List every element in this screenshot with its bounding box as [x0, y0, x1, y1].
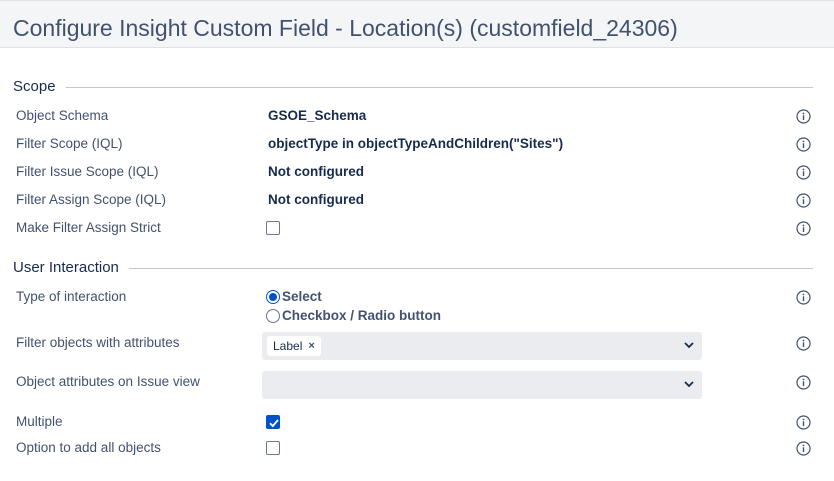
type-of-interaction-label: Type of interaction: [16, 289, 127, 304]
section-user-interaction: User Interaction: [13, 259, 813, 279]
filter-scope-value: objectType in objectTypeAndChildren("Sit…: [268, 136, 564, 151]
filter-assign-scope-label: Filter Assign Scope (IQL): [16, 192, 167, 207]
info-icon[interactable]: [796, 165, 811, 180]
object-attributes-issue-view-select[interactable]: [262, 371, 702, 399]
make-filter-assign-strict-checkbox[interactable]: [266, 221, 280, 235]
filter-objects-with-attributes-label: Filter objects with attributes: [16, 335, 180, 350]
remove-tag-button[interactable]: ×: [308, 340, 314, 352]
filter-issue-scope-label: Filter Issue Scope (IQL): [16, 164, 159, 179]
option-add-all-objects-checkbox[interactable]: [266, 441, 280, 455]
chevron-down-icon[interactable]: [684, 341, 694, 349]
info-icon[interactable]: [796, 290, 811, 305]
chevron-down-icon[interactable]: [684, 380, 694, 388]
section-divider: [13, 87, 813, 88]
info-icon[interactable]: [796, 193, 811, 208]
filter-objects-attributes-select[interactable]: Label ×: [262, 332, 702, 360]
make-filter-assign-strict-label: Make Filter Assign Strict: [16, 220, 161, 235]
info-icon[interactable]: [796, 441, 811, 456]
object-schema-value: GSOE_Schema: [268, 108, 367, 123]
info-icon[interactable]: [796, 336, 811, 351]
multiple-label: Multiple: [16, 414, 63, 429]
page-title: Configure Insight Custom Field - Locatio…: [13, 15, 678, 41]
filter-scope-label: Filter Scope (IQL): [16, 136, 123, 151]
object-schema-label: Object Schema: [16, 108, 109, 123]
multiple-checkbox[interactable]: [266, 415, 280, 429]
option-add-all-objects-label: Option to add all objects: [16, 440, 161, 455]
filter-issue-scope-value: Not configured: [268, 164, 364, 179]
checkmark-icon: [269, 419, 279, 428]
section-title-user-interaction: User Interaction: [13, 259, 129, 276]
info-icon[interactable]: [796, 415, 811, 430]
radio-select-label: Select: [282, 289, 322, 304]
attribute-tag: Label ×: [267, 336, 321, 356]
info-icon[interactable]: [796, 221, 811, 236]
radio-option-select[interactable]: Select: [266, 289, 322, 304]
object-attributes-issue-view-label: Object attributes on Issue view: [16, 374, 200, 389]
info-icon[interactable]: [796, 137, 811, 152]
attribute-tag-label: Label: [273, 339, 303, 353]
info-icon[interactable]: [796, 375, 811, 390]
section-scope: Scope: [13, 78, 813, 98]
radio-option-checkbox[interactable]: Checkbox / Radio button: [266, 308, 441, 323]
radio-checkbox[interactable]: [266, 308, 280, 323]
page-header: Configure Insight Custom Field - Locatio…: [0, 0, 834, 48]
section-title-scope: Scope: [13, 78, 66, 95]
filter-assign-scope-value: Not configured: [268, 192, 364, 207]
info-icon[interactable]: [796, 109, 811, 124]
section-divider: [13, 268, 813, 269]
radio-select[interactable]: [266, 289, 280, 304]
radio-checkbox-label: Checkbox / Radio button: [282, 308, 442, 323]
